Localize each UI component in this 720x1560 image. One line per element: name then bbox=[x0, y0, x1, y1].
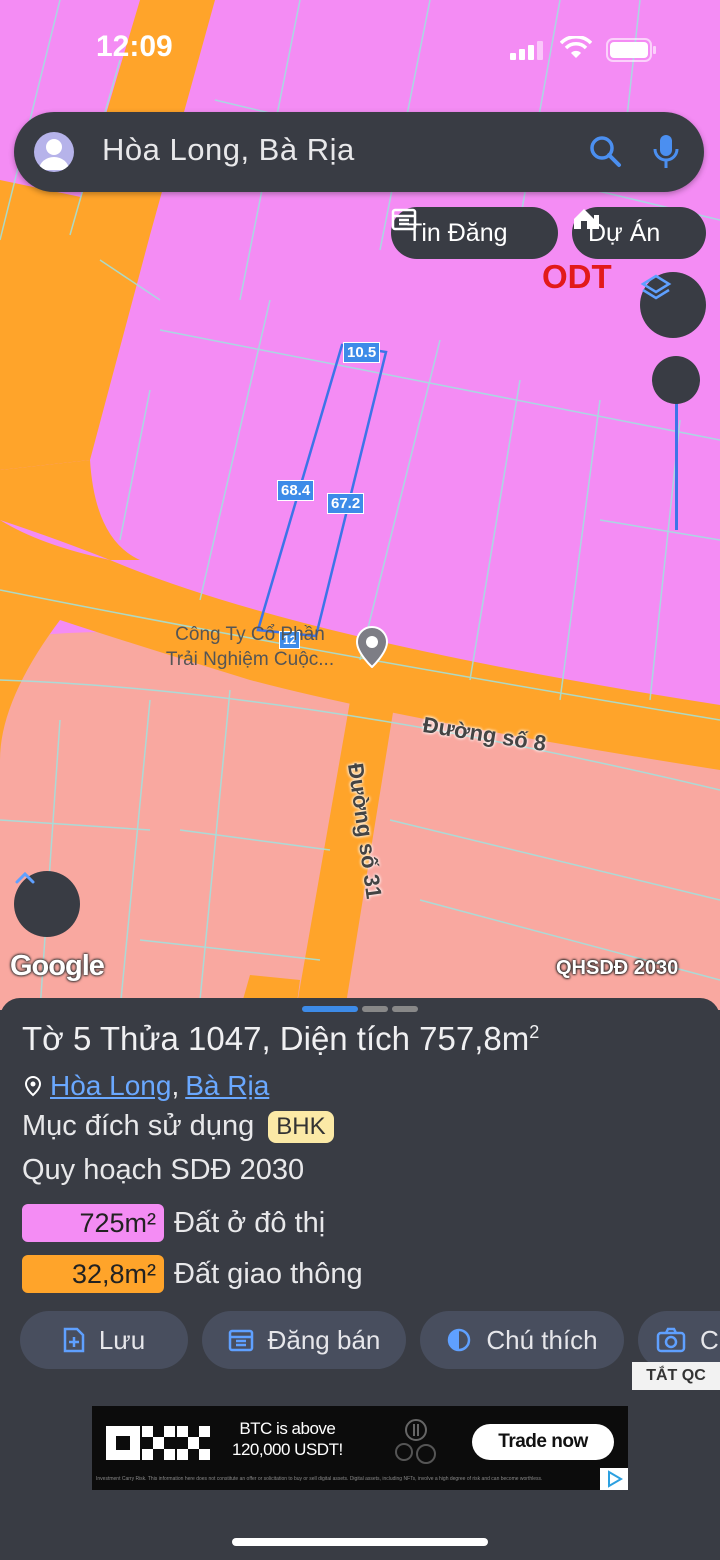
zone-code-label: ODT bbox=[542, 258, 612, 295]
contrast-icon bbox=[448, 1328, 471, 1352]
ad-disclaimer: Investment Carry Risk. This information … bbox=[96, 1476, 543, 1482]
parcel-title: Tờ 5 Thửa 1047, Diện tích 757,8m2 bbox=[22, 1020, 539, 1058]
zone-area-traffic: 32,8m² bbox=[22, 1255, 164, 1293]
ad-banner[interactable]: BTC is above 120,000 USDT! Trade now Inv… bbox=[92, 1406, 628, 1490]
city-link[interactable]: Bà Rịa bbox=[185, 1070, 269, 1102]
layer-name-label: QHSDĐ 2030 bbox=[556, 957, 679, 979]
legend-button-label: Chú thích bbox=[486, 1324, 598, 1355]
save-button-label: Lưu bbox=[98, 1324, 146, 1355]
home-indicator[interactable] bbox=[232, 1538, 488, 1546]
post-sale-button[interactable]: Đăng bán bbox=[202, 1311, 406, 1369]
camera-icon bbox=[656, 1327, 686, 1353]
zone-label-residential: Đất ở đô thị bbox=[174, 1207, 326, 1239]
listings-chip[interactable]: Tin Đăng bbox=[391, 207, 558, 259]
measure-left: 68.4 bbox=[277, 480, 315, 501]
ad-promo-text: BTC is above 120,000 USDT! bbox=[232, 1418, 343, 1460]
save-button[interactable]: Lưu bbox=[20, 1311, 188, 1369]
poi-line1: Công Ty Cổ Phần bbox=[175, 624, 325, 645]
parcel-number: 1047 bbox=[188, 1020, 262, 1057]
location-separator: , bbox=[171, 1070, 180, 1101]
ad-promo-line1: BTC is above bbox=[239, 1419, 336, 1438]
camera-button[interactable]: C bbox=[638, 1311, 720, 1369]
sheet-handle-dot bbox=[362, 1006, 388, 1012]
zone-label-traffic: Đất giao thông bbox=[174, 1258, 363, 1290]
poi-line2: Trải Nghiệm Cuộc... bbox=[165, 649, 335, 670]
area-unit-sup: 2 bbox=[529, 1022, 540, 1042]
plan-label: Quy hoạch SDĐ 2030 bbox=[22, 1154, 305, 1186]
map-view[interactable]: 12:09 Hòa Long, Bà Rịa Tin Đăng Dự Án OD… bbox=[0, 0, 720, 1010]
usage-purpose-badge: BHK bbox=[268, 1111, 334, 1144]
location-pin-outline-icon bbox=[24, 1075, 42, 1097]
layers-button[interactable] bbox=[640, 272, 706, 338]
projects-chip[interactable]: Dự Án bbox=[572, 207, 706, 259]
title-middle: , Diện tích bbox=[261, 1020, 420, 1057]
ad-promo-line2: 120,000 USDT! bbox=[232, 1440, 343, 1459]
calendar-icon bbox=[228, 1329, 253, 1352]
legend-button[interactable]: Chú thích bbox=[420, 1311, 624, 1369]
search-query[interactable]: Hòa Long, Bà Rịa bbox=[102, 132, 355, 168]
clock: 12:09 bbox=[96, 30, 173, 63]
google-logo: Google bbox=[10, 950, 105, 982]
parcel-area: 757,8m bbox=[419, 1020, 530, 1057]
measure-right: 67.2 bbox=[327, 493, 365, 514]
chevron-up-icon bbox=[15, 871, 35, 884]
adchoices-icon[interactable] bbox=[600, 1468, 628, 1490]
trade-now-button[interactable]: Trade now bbox=[472, 1424, 614, 1460]
sheet-handle-dot bbox=[392, 1006, 418, 1012]
expand-sheet-button[interactable] bbox=[14, 871, 80, 937]
opacity-slider[interactable] bbox=[652, 356, 700, 532]
calendar-icon bbox=[391, 208, 417, 231]
hide-ad-button[interactable]: TẮT QC bbox=[632, 1362, 720, 1390]
avatar[interactable] bbox=[34, 132, 74, 172]
ward-link[interactable]: Hòa Long bbox=[50, 1070, 171, 1102]
status-bar: 12:09 bbox=[0, 0, 720, 100]
bitcoin-icon bbox=[388, 1416, 448, 1481]
layers-icon bbox=[640, 274, 672, 300]
slider-thumb[interactable] bbox=[652, 356, 700, 404]
usage-purpose-label: Mục đích sử dụng bbox=[22, 1110, 255, 1142]
sheet-handle[interactable] bbox=[302, 1006, 358, 1012]
zone-area-residential: 725m² bbox=[22, 1204, 164, 1242]
usage-purpose-row: Mục đích sử dụng BHK bbox=[22, 1110, 334, 1144]
okx-logo bbox=[106, 1426, 210, 1467]
file-add-icon bbox=[63, 1327, 85, 1353]
search-bar[interactable]: Hòa Long, Bà Rịa bbox=[14, 112, 704, 192]
poi-label[interactable]: Công Ty Cổ Phần Trải Nghiệm Cuộc... bbox=[150, 622, 350, 672]
listings-chip-label: Tin Đăng bbox=[407, 218, 508, 247]
measure-top: 10.5 bbox=[343, 342, 381, 363]
parcel-location: Hòa Long, Bà Rịa bbox=[22, 1070, 269, 1102]
camera-button-label: C bbox=[700, 1324, 719, 1355]
post-sale-button-label: Đăng bán bbox=[267, 1324, 381, 1355]
title-prefix: Tờ 5 Thửa bbox=[22, 1020, 189, 1057]
user-icon bbox=[39, 139, 69, 170]
building-icon bbox=[574, 209, 599, 229]
